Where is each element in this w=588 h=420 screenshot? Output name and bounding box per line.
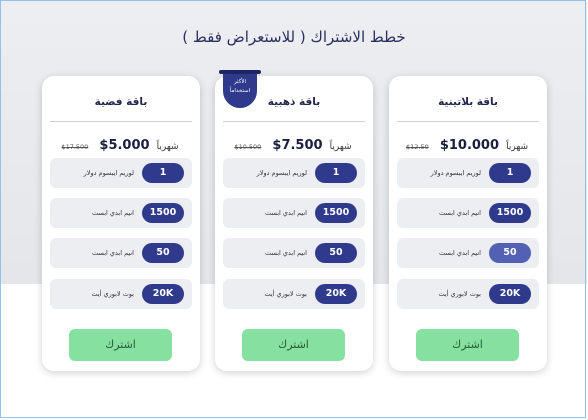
price: 10.000$ [439,138,500,153]
feature-text: بوت لابوري أيت [264,290,307,298]
feature-row: 50 انيم ابدي ابست [223,238,365,268]
price-period: شهرياً [329,142,352,152]
feature-text: لوريم ايبسوم دولار [430,169,481,177]
feature-value: 20K [489,284,531,304]
page-title: خطط الاشتراك ( للاستعراض فقط ) [182,28,406,46]
subscribe-button[interactable]: اشترك [416,329,519,361]
plan-name: باقة فضية [94,96,148,108]
feature-value: 1 [489,163,531,183]
feature-value: 1500 [315,203,357,223]
feature-value: 50 [142,243,184,263]
plan-name: باقة ذهبية [267,96,321,108]
feature-value: 1 [315,163,357,183]
feature-row: 50 انيم ابدي ابست [397,238,539,268]
feature-row: 1 لوريم ايبسوم دولار [50,158,192,188]
divider [50,121,192,122]
price-period: شهرياً [506,142,529,152]
feature-text: انيم ابدي ابست [265,209,307,217]
feature-row: 20K بوت لابوري أيت [397,279,539,309]
feature-value: 20K [142,284,184,304]
old-price: 12.50$ [405,143,429,151]
feature-text: انيم ابدي ابست [439,209,481,217]
feature-text: بوت لابوري أيت [91,290,134,298]
plan-card-platinum: باقة بلاتينية شهرياً 10.000$ 12.50$ 1 لو… [389,76,547,371]
plan-name: باقة بلاتينية [438,96,498,108]
subscribe-button[interactable]: اشترك [242,329,345,361]
feature-row: 1500 انيم ابدي ابست [223,198,365,228]
feature-text: لوريم ايبسوم دولار [256,169,307,177]
feature-text: لوريم ايبسوم دولار [83,169,134,177]
price: 5.000$ [99,138,150,153]
plan-card-gold: الأكثر استخداماً باقة ذهبية شهرياً 7.500… [215,70,373,371]
feature-row: 1500 انيم ابدي ابست [50,198,192,228]
divider [397,121,539,122]
feature-text: انيم ابدي ابست [439,249,481,257]
price: 7.500$ [272,138,323,153]
old-price: 10.500$ [234,143,262,151]
subscribe-button[interactable]: اشترك [69,329,172,361]
price-row: شهرياً 5.000$ 17.500$ [42,134,200,153]
feature-text: انيم ابدي ابست [265,249,307,257]
feature-value: 20K [315,284,357,304]
feature-row: 1 لوريم ايبسوم دولار [397,158,539,188]
price-period: شهرياً [156,142,179,152]
feature-text: بوت لابوري أيت [438,290,481,298]
feature-text: انيم ابدي ابست [92,249,134,257]
price-row: شهرياً 10.000$ 12.50$ [389,134,547,153]
plan-card-silver: باقة فضية شهرياً 5.000$ 17.500$ 1 لوريم … [42,76,200,371]
feature-value: 50 [489,243,531,263]
feature-row: 50 انيم ابدي ابست [50,238,192,268]
old-price: 17.500$ [61,143,89,151]
divider [223,121,365,122]
feature-value: 1500 [489,203,531,223]
price-row: شهرياً 7.500$ 10.500$ [215,134,373,153]
feature-row: 1 لوريم ايبسوم دولار [223,158,365,188]
feature-value: 1500 [142,203,184,223]
feature-value: 50 [315,243,357,263]
feature-row: 1500 انيم ابدي ابست [397,198,539,228]
feature-row: 20K بوت لابوري أيت [223,279,365,309]
feature-row: 20K بوت لابوري أيت [50,279,192,309]
feature-text: انيم ابدي ابست [92,209,134,217]
feature-value: 1 [142,163,184,183]
